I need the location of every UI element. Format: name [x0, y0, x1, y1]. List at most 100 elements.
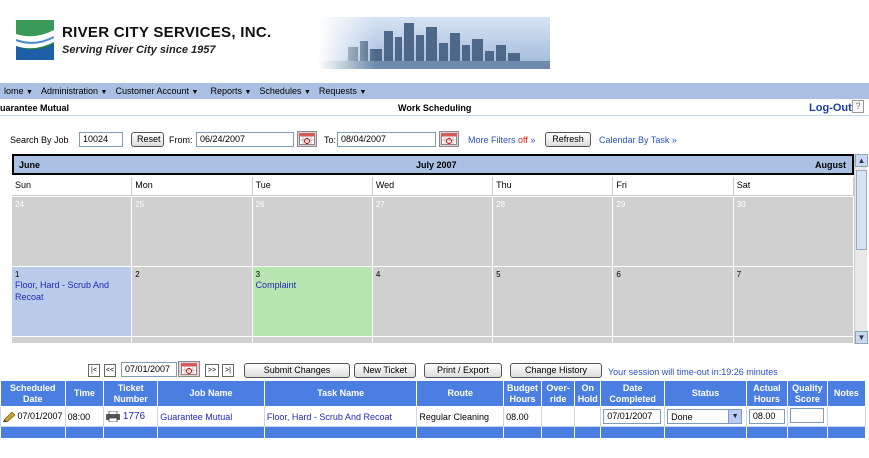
- col-budget-hours[interactable]: Budget Hours: [503, 380, 542, 407]
- from-calendar-icon[interactable]: [297, 131, 317, 147]
- help-icon[interactable]: ?: [852, 100, 864, 113]
- col-job-name[interactable]: Job Name: [157, 380, 265, 407]
- reset-button[interactable]: Reset: [131, 132, 164, 147]
- menu-customer-account-arrow-icon: ▼: [191, 89, 199, 96]
- actual-hours-cell: 08.00: [745, 406, 788, 427]
- override-cell[interactable]: [540, 406, 576, 427]
- more-filters-link[interactable]: More Filters off »: [468, 135, 535, 145]
- status-select[interactable]: Done ▼: [667, 409, 743, 424]
- next-month-link[interactable]: August: [815, 160, 846, 170]
- calendar-day-cell[interactable]: [252, 337, 373, 344]
- job-number-input[interactable]: 10024: [79, 132, 123, 147]
- day-number: 3: [255, 270, 261, 279]
- calendar-day-cell[interactable]: 1 Floor, Hard - Scrub And Recoat: [12, 267, 133, 337]
- to-label: To:: [324, 135, 337, 145]
- toolbar-date-input[interactable]: 07/01/2007: [121, 362, 177, 377]
- route-cell: Regular Cleaning: [416, 406, 505, 427]
- col-notes[interactable]: Notes: [826, 380, 867, 407]
- notes-cell[interactable]: [826, 406, 867, 427]
- menu-administration[interactable]: Administration ▼: [37, 86, 111, 96]
- date-completed-input[interactable]: 07/01/2007: [603, 409, 662, 424]
- calendar-day-cell[interactable]: 4: [372, 267, 494, 337]
- calendar-event-link[interactable]: Floor, Hard - Scrub And Recoat: [15, 279, 128, 303]
- col-task-name[interactable]: Task Name: [263, 380, 418, 407]
- day-name: Fri: [613, 177, 734, 196]
- col-route[interactable]: Route: [416, 380, 505, 407]
- edit-pencil-icon[interactable]: [3, 411, 16, 423]
- scroll-thumb[interactable]: [856, 170, 867, 250]
- calendar-day-cell[interactable]: 6: [613, 267, 734, 337]
- col-on-hold[interactable]: On Hold: [574, 380, 602, 407]
- task-name-link[interactable]: Floor, Hard - Scrub And Recoat: [263, 406, 418, 427]
- menu-customer-account[interactable]: Customer Account ▼: [111, 86, 202, 96]
- calendar-week-1: 24 25 26 27 28 29 30: [12, 197, 854, 267]
- refresh-button[interactable]: Refresh: [545, 132, 591, 147]
- col-actual-hours[interactable]: Actual Hours: [745, 380, 788, 407]
- calendar-scrollbar[interactable]: ▲ ▼: [854, 154, 868, 344]
- col-quality-score[interactable]: Quality Score: [786, 380, 828, 407]
- chevron-down-icon[interactable]: ▼: [728, 410, 742, 423]
- calendar-day-cell[interactable]: 29: [613, 197, 734, 267]
- on-hold-cell[interactable]: [574, 406, 602, 427]
- calendar-day-cell[interactable]: [733, 337, 854, 344]
- to-date-input[interactable]: 08/04/2007: [337, 132, 436, 147]
- calendar-day-cell[interactable]: 25: [132, 197, 253, 267]
- menu-administration-arrow-icon: ▼: [100, 89, 108, 96]
- next-page-button[interactable]: >>: [205, 364, 219, 377]
- table-row: 07/01/2007 08:00 1776 Guarantee Mutual F…: [0, 406, 867, 427]
- calendar-day-cell[interactable]: 7: [733, 267, 854, 337]
- calendar-day-cell[interactable]: [132, 337, 253, 344]
- prev-month-link[interactable]: June: [19, 160, 40, 170]
- grid-footer-row: [0, 426, 867, 439]
- calendar-day-cell[interactable]: 3 Complaint: [252, 267, 373, 337]
- search-filter-row: Search By Job 10024 Reset From: 06/24/20…: [0, 131, 869, 151]
- day-name: Sun: [12, 177, 133, 196]
- col-scheduled-date[interactable]: Scheduled Date: [0, 380, 66, 407]
- col-status[interactable]: Status: [664, 380, 747, 407]
- menu-home[interactable]: lome ▼: [0, 86, 37, 96]
- grid-header-row: Scheduled Date Time Ticket Number Job Na…: [0, 380, 867, 407]
- footer-cell: [826, 426, 867, 439]
- toolbar-calendar-icon[interactable]: [178, 361, 200, 377]
- actual-hours-input[interactable]: 08.00: [748, 409, 785, 424]
- scroll-up-icon[interactable]: ▲: [855, 154, 868, 167]
- ticket-number-link[interactable]: 1776: [123, 411, 145, 422]
- scroll-down-icon[interactable]: ▼: [855, 331, 868, 344]
- col-ticket-number[interactable]: Ticket Number: [103, 380, 159, 407]
- from-date-input[interactable]: 06/24/2007: [196, 132, 294, 147]
- printer-icon[interactable]: [106, 410, 121, 423]
- calendar-day-cell[interactable]: [613, 337, 734, 344]
- col-date-completed[interactable]: Date Completed: [600, 380, 666, 407]
- quality-score-input[interactable]: [789, 408, 824, 423]
- status-cell: Done ▼: [664, 406, 747, 427]
- calendar-day-cell[interactable]: 30: [733, 197, 854, 267]
- main-menu-bar: lome ▼ Administration ▼ Customer Account…: [0, 83, 869, 99]
- print-export-button[interactable]: Print / Export: [424, 363, 502, 378]
- col-time[interactable]: Time: [64, 380, 105, 407]
- to-calendar-icon[interactable]: [439, 131, 459, 147]
- calendar-day-cell[interactable]: 27: [372, 197, 494, 267]
- menu-requests[interactable]: Requests ▼: [315, 86, 370, 96]
- menu-schedules[interactable]: Schedules ▼: [255, 86, 314, 96]
- calendar-day-cell[interactable]: [372, 337, 494, 344]
- prev-page-button[interactable]: <<: [104, 364, 116, 377]
- col-override[interactable]: Over-ride: [540, 380, 576, 407]
- calendar-day-cell[interactable]: 24: [12, 197, 133, 267]
- first-page-button[interactable]: |<: [88, 364, 100, 377]
- day-number: 5: [496, 270, 501, 279]
- submit-changes-button[interactable]: Submit Changes: [244, 363, 350, 378]
- logout-link[interactable]: Log-Out: [809, 102, 852, 114]
- change-history-button[interactable]: Change History: [510, 363, 602, 378]
- calendar-day-cell[interactable]: 2: [132, 267, 253, 337]
- calendar-day-cell[interactable]: [493, 337, 614, 344]
- calendar-day-cell[interactable]: 26: [252, 197, 373, 267]
- calendar-event-link[interactable]: Complaint: [256, 279, 369, 291]
- new-ticket-button[interactable]: New Ticket: [354, 363, 416, 378]
- calendar-day-cell[interactable]: [12, 337, 133, 344]
- calendar-by-task-link[interactable]: Calendar By Task »: [599, 135, 677, 145]
- menu-reports[interactable]: Reports ▼: [206, 86, 255, 96]
- calendar-day-cell[interactable]: 28: [493, 197, 614, 267]
- last-page-button[interactable]: >|: [222, 364, 234, 377]
- calendar-day-cell[interactable]: 5: [493, 267, 614, 337]
- job-name-link[interactable]: Guarantee Mutual: [157, 406, 265, 427]
